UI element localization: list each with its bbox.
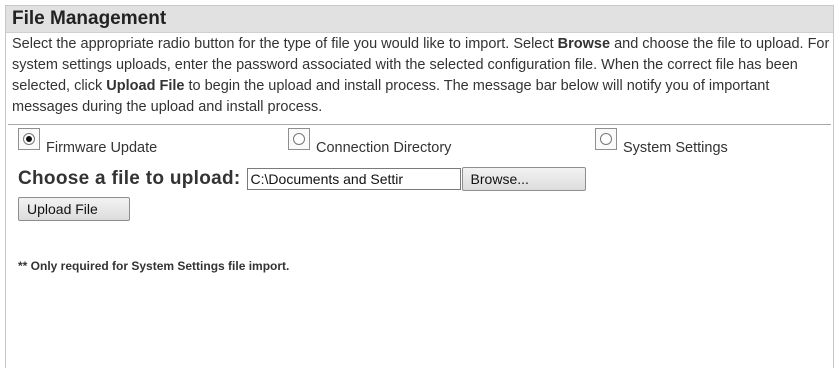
section-divider [8, 124, 831, 125]
file-management-panel: File Management Select the appropriate r… [5, 5, 834, 368]
file-type-radio-group: Firmware Update Connection Directory Sys… [6, 128, 833, 172]
radio-label-system-settings: System Settings [623, 140, 728, 156]
instructions-upload-word: Upload File [106, 78, 185, 94]
radio-selected-dot-icon [26, 136, 32, 142]
instructions-part-1: Select the appropriate radio button for … [12, 36, 558, 52]
radio-firmware-update[interactable] [18, 128, 40, 150]
instructions-text: Select the appropriate radio button for … [6, 33, 836, 118]
panel-title: File Management [12, 8, 167, 29]
radio-ring-icon [600, 133, 612, 145]
instructions-browse-word: Browse [557, 36, 611, 52]
radio-ring-icon [293, 133, 305, 145]
radio-system-settings[interactable] [595, 128, 617, 150]
panel-title-bar: File Management [6, 6, 833, 33]
radio-label-firmware-update: Firmware Update [46, 140, 158, 156]
radio-option-system-settings[interactable]: System Settings [595, 128, 728, 156]
upload-file-button[interactable]: Upload File [18, 197, 130, 221]
radio-option-firmware-update[interactable]: Firmware Update [18, 128, 158, 156]
radio-connection-directory[interactable] [288, 128, 310, 150]
radio-option-connection-directory[interactable]: Connection Directory [288, 128, 452, 156]
footnote: ** Only required for System Settings fil… [18, 259, 290, 273]
radio-ring-icon [23, 133, 35, 145]
radio-label-connection-directory: Connection Directory [316, 140, 452, 156]
